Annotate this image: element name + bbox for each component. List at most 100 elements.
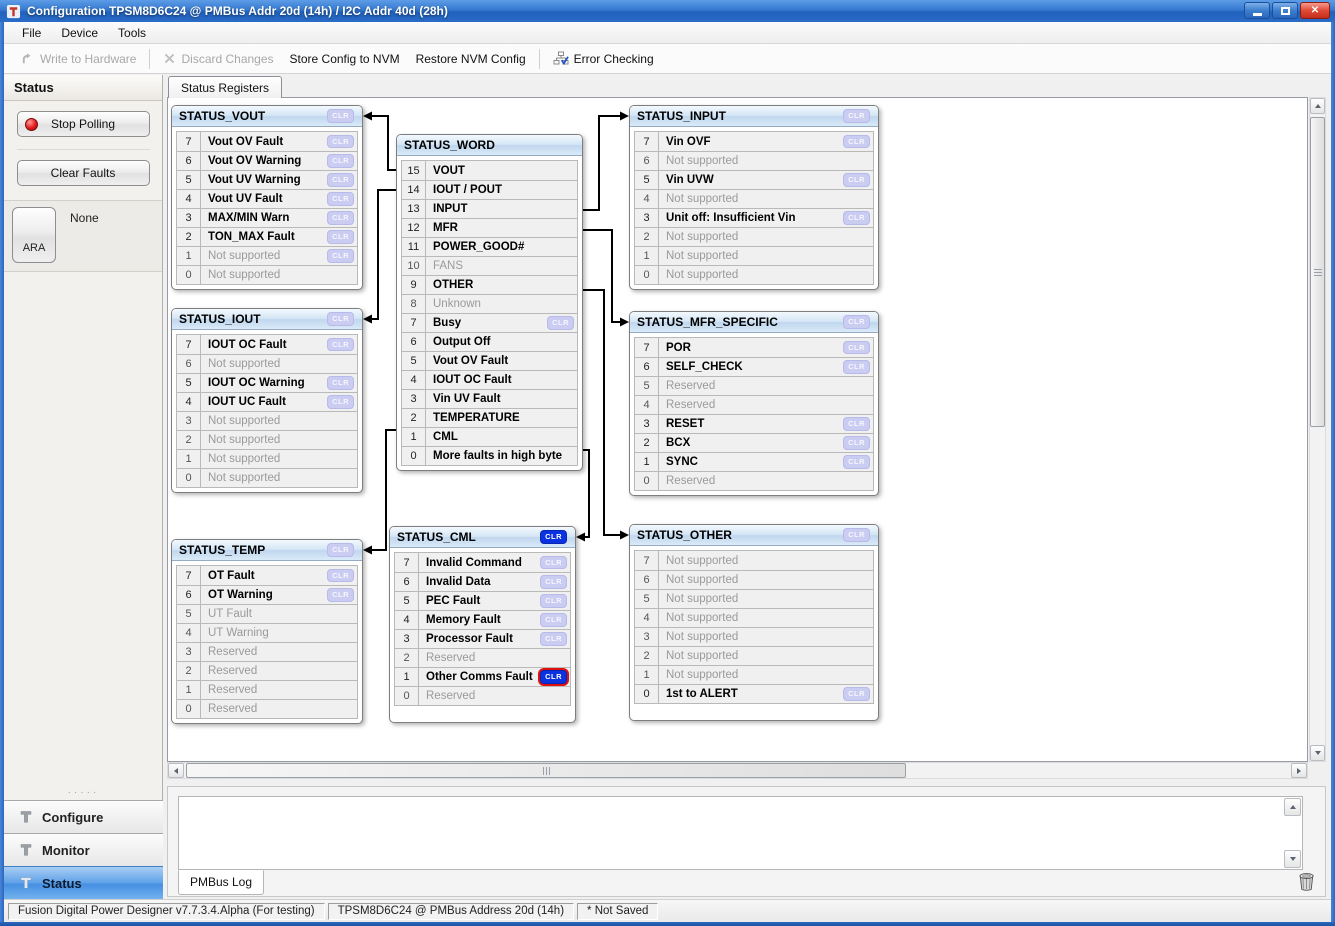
clr-button[interactable]: CLR (547, 316, 574, 330)
bit-label: Busy (426, 317, 547, 329)
clr-button[interactable]: CLR (540, 613, 567, 627)
menu-file[interactable]: File (12, 24, 51, 42)
tab-status-registers[interactable]: Status Registers (168, 76, 282, 98)
clr-button[interactable]: CLR (327, 173, 354, 187)
clear-faults-button[interactable]: Clear Faults (17, 160, 150, 186)
clr-button[interactable]: CLR (327, 588, 354, 602)
bit-number: 7 (635, 338, 659, 357)
clr-button[interactable]: CLR (327, 135, 354, 149)
sidebar-item-monitor[interactable]: Monitor (4, 833, 163, 866)
vertical-scrollbar[interactable] (1309, 97, 1326, 762)
register-bit-row: 6Invalid DataCLR (394, 572, 571, 592)
panel-title: STATUS_MFR_SPECIFIC (637, 315, 778, 329)
clr-button[interactable]: CLR (843, 341, 870, 355)
clr-button[interactable]: CLR (327, 192, 354, 206)
clr-button[interactable]: CLR (843, 436, 870, 450)
bit-number: 0 (177, 700, 201, 718)
clr-all-button[interactable]: CLR (843, 528, 870, 542)
pmbus-log-output[interactable] (178, 796, 1303, 870)
bit-label: Not supported (659, 555, 873, 567)
clr-button[interactable]: CLR (327, 211, 354, 225)
status-other-panel: STATUS_OTHERCLR7Not supported6Not suppor… (629, 524, 879, 721)
clr-button[interactable]: CLR (843, 135, 870, 149)
clear-log-button[interactable] (1295, 870, 1317, 892)
scroll-down-button[interactable] (1310, 745, 1325, 761)
stop-polling-button[interactable]: Stop Polling (17, 111, 150, 137)
bit-number: 3 (177, 209, 201, 227)
menu-tools[interactable]: Tools (108, 24, 156, 42)
clr-button[interactable]: CLR (327, 569, 354, 583)
clr-all-button[interactable]: CLR (327, 109, 354, 123)
clr-button[interactable]: CLR (843, 455, 870, 469)
clr-button[interactable]: CLR (843, 417, 870, 431)
minimize-button[interactable] (1244, 2, 1270, 19)
clr-all-button[interactable]: CLR (843, 315, 870, 329)
clr-button[interactable]: CLR (843, 173, 870, 187)
clr-all-button[interactable]: CLR (327, 543, 354, 557)
log-scroll-down-button[interactable] (1284, 850, 1301, 868)
bit-number: 5 (635, 377, 659, 395)
register-bit-row: 5IOUT OC WarningCLR (176, 373, 358, 393)
bit-number: 7 (177, 132, 201, 151)
clr-button[interactable]: CLR (843, 687, 870, 701)
pmbus-log-panel: PMBus Log (167, 786, 1326, 897)
clr-button[interactable]: CLR (540, 575, 567, 589)
window-border-left (0, 22, 4, 922)
ara-button[interactable]: ARA (12, 207, 56, 263)
menu-device[interactable]: Device (51, 24, 108, 42)
clr-button[interactable]: CLR (540, 632, 567, 646)
maximize-button[interactable] (1272, 2, 1298, 19)
clr-button[interactable]: CLR (540, 670, 567, 684)
register-bit-row: 4Not supported (634, 608, 874, 628)
window-border-bottom (0, 922, 1335, 926)
error-checking-button[interactable]: Error Checking (545, 47, 662, 71)
clr-button[interactable]: CLR (327, 230, 354, 244)
clr-button[interactable]: CLR (540, 556, 567, 570)
register-bit-row: 6Not supported (634, 570, 874, 590)
close-button[interactable]: ✕ (1300, 2, 1330, 19)
bit-number: 3 (635, 628, 659, 646)
clr-all-button[interactable]: CLR (540, 530, 567, 544)
sidebar-item-configure[interactable]: Configure (4, 800, 163, 833)
discard-changes-button[interactable]: Discard Changes (155, 48, 281, 70)
clr-button[interactable]: CLR (327, 395, 354, 409)
register-bit-row: 5Reserved (634, 376, 874, 396)
restore-nvm-config-button[interactable]: Restore NVM Config (408, 48, 534, 70)
scroll-left-button[interactable] (168, 763, 184, 778)
tab-pmbus-log[interactable]: PMBus Log (178, 870, 264, 895)
register-bit-row: 13INPUT (401, 199, 578, 219)
clr-button[interactable]: CLR (540, 594, 567, 608)
clr-button[interactable]: CLR (327, 376, 354, 390)
register-bit-row: 0Reserved (176, 699, 358, 719)
log-scroll-up-button[interactable] (1284, 798, 1301, 816)
menu-bar: File Device Tools (4, 22, 1331, 44)
vertical-scroll-thumb[interactable] (1310, 117, 1325, 427)
clr-all-button[interactable]: CLR (843, 109, 870, 123)
register-bit-row: 0Not supported (176, 468, 358, 488)
write-to-hardware-button[interactable]: Write to Hardware (12, 47, 144, 70)
splitter-handle[interactable]: ····· (4, 790, 163, 800)
window-border-right (1331, 22, 1335, 922)
status-word-panel: STATUS_WORD15VOUT14IOUT / POUT13INPUT12M… (396, 134, 583, 471)
horizontal-scroll-thumb[interactable] (186, 763, 906, 778)
sidebar-divider (17, 149, 150, 150)
clr-button[interactable]: CLR (843, 360, 870, 374)
clr-button[interactable]: CLR (327, 338, 354, 352)
register-bit-row: 6Output Off (401, 332, 578, 352)
clr-all-button[interactable]: CLR (327, 312, 354, 326)
clr-button[interactable]: CLR (843, 211, 870, 225)
clr-button[interactable]: CLR (327, 154, 354, 168)
bit-number: 2 (635, 647, 659, 665)
bit-number: 5 (395, 592, 419, 610)
scroll-right-button[interactable] (1291, 763, 1307, 778)
store-config-nvm-button[interactable]: Store Config to NVM (282, 48, 408, 70)
window-title: Configuration TPSM8D6C24 @ PMBus Addr 20… (27, 4, 448, 18)
scroll-up-button[interactable] (1310, 98, 1325, 114)
device-status: TPSM8D6C24 @ PMBus Address 20d (14h) (328, 903, 574, 920)
bit-number: 5 (635, 590, 659, 608)
clr-button[interactable]: CLR (327, 249, 354, 263)
register-bit-row: 5PEC FaultCLR (394, 591, 571, 611)
sidebar-item-status[interactable]: Status (4, 866, 163, 899)
horizontal-scrollbar[interactable] (167, 762, 1308, 779)
bit-label: Not supported (659, 612, 873, 624)
